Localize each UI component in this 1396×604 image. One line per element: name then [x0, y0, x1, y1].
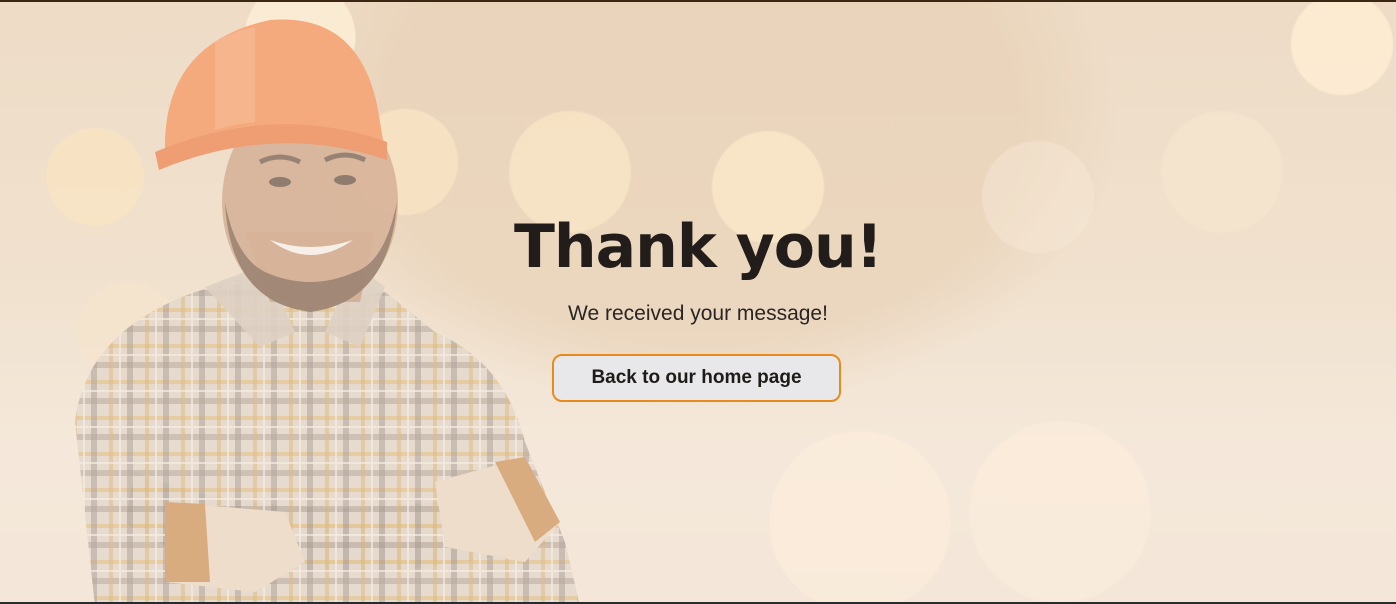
page-title: Thank you! — [513, 212, 883, 282]
home-page-button[interactable]: Back to our home page — [552, 354, 841, 402]
confirmation-message: We received your message! — [568, 302, 828, 325]
thank-you-panel: Thank you! We received your message! Bac… — [0, 2, 1396, 602]
page-frame: Thank you! We received your message! Bac… — [0, 0, 1396, 604]
